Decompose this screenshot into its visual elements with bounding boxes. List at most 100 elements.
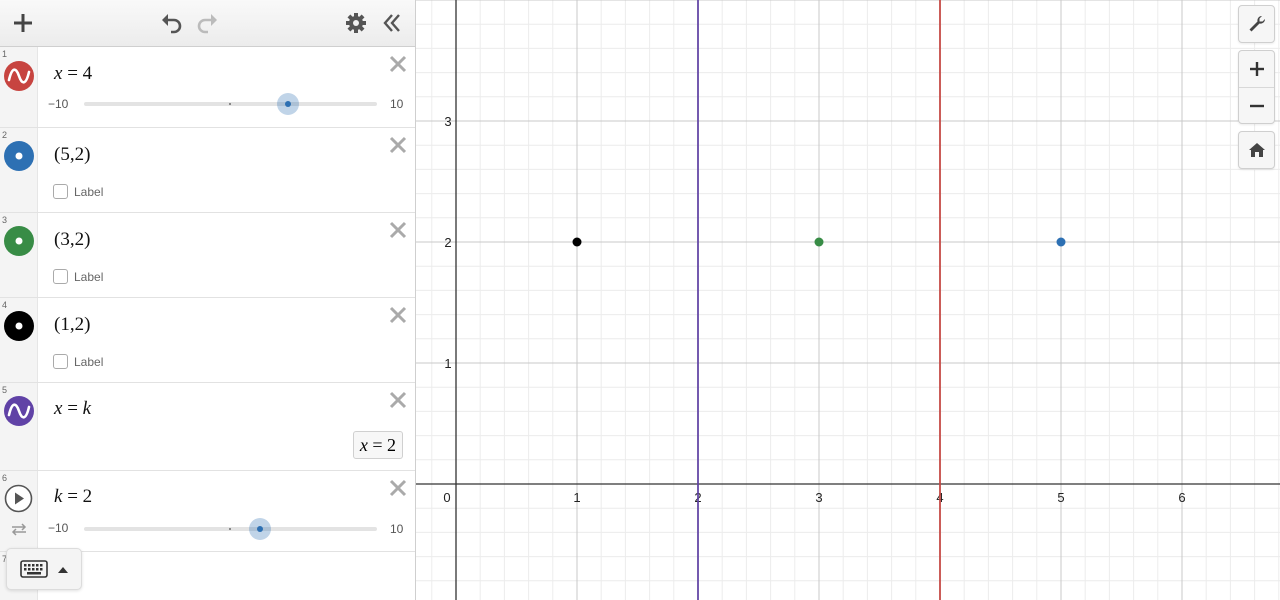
- expression-gutter: 5: [0, 383, 38, 470]
- expression-row-6[interactable]: 6 k = 2 −10 10: [0, 471, 415, 552]
- collapse-icon: [383, 14, 400, 32]
- expression-gutter: 1: [0, 47, 38, 127]
- gear-icon: [346, 13, 366, 33]
- loop-icon[interactable]: [9, 522, 29, 536]
- slider-zero-tick: [229, 528, 231, 530]
- graph-point[interactable]: [814, 237, 824, 247]
- label-checkbox-text: Label: [74, 184, 104, 199]
- x-tick-label: 5: [1057, 490, 1064, 505]
- expression-index: 4: [2, 300, 8, 310]
- label-checkbox[interactable]: [53, 184, 68, 199]
- close-icon[interactable]: [387, 134, 409, 156]
- x-tick-label: 6: [1178, 490, 1185, 505]
- point-icon[interactable]: [4, 226, 34, 256]
- close-icon[interactable]: [387, 304, 409, 326]
- undo-button[interactable]: [156, 8, 186, 38]
- expression-input[interactable]: (3,2): [54, 229, 90, 251]
- expression-index: 3: [2, 215, 8, 225]
- expression-input[interactable]: (1,2): [54, 314, 90, 336]
- expression-index: 2: [2, 130, 8, 140]
- expression-gutter: 3: [0, 213, 38, 297]
- x-tick-label: 0: [443, 490, 450, 505]
- default-viewport-button[interactable]: [1239, 132, 1274, 168]
- play-icon[interactable]: [4, 484, 33, 513]
- keyboard-icon: [20, 560, 48, 578]
- add-icon: [14, 14, 32, 32]
- redo-button[interactable]: [193, 8, 223, 38]
- label-toggle[interactable]: Label: [53, 269, 103, 284]
- expression-input[interactable]: x = 4: [54, 63, 92, 85]
- graph-settings-button[interactable]: [1239, 6, 1274, 42]
- graph-canvas[interactable]: 0123456123: [416, 0, 1280, 600]
- graph-point[interactable]: [572, 237, 582, 247]
- graph-paper[interactable]: 0123456123: [416, 0, 1280, 600]
- expression-input[interactable]: (5,2): [54, 144, 90, 166]
- expression-row-5[interactable]: 5 x = k x = 2: [0, 383, 415, 471]
- expression-input[interactable]: x = k: [54, 398, 91, 420]
- label-checkbox-text: Label: [74, 354, 104, 369]
- zoom-in-button[interactable]: [1239, 51, 1274, 87]
- undo-icon: [162, 14, 182, 34]
- expression-row-2[interactable]: 2 (5,2) Label: [0, 128, 415, 213]
- y-tick-label: 2: [444, 235, 451, 250]
- graph-background: [416, 0, 1280, 600]
- graphing-calculator: 1 x = 4 −10 10 2 (5,2) Label 3 (3,2) Lab…: [0, 0, 1280, 600]
- expression-panel: 1 x = 4 −10 10 2 (5,2) Label 3 (3,2) Lab…: [0, 0, 416, 600]
- wrench-icon: [1249, 15, 1265, 32]
- expression-index: 1: [2, 49, 8, 59]
- slider-min-label[interactable]: −10: [48, 97, 68, 111]
- y-tick-label: 3: [444, 114, 451, 129]
- expression-input[interactable]: k = 2: [54, 486, 92, 508]
- label-checkbox[interactable]: [53, 354, 68, 369]
- slider-track[interactable]: [84, 518, 377, 540]
- expression-row-1[interactable]: 1 x = 4 −10 10: [0, 47, 415, 128]
- label-checkbox-text: Label: [74, 269, 104, 284]
- expression-index: 5: [2, 385, 8, 395]
- zoom-controls: [1238, 50, 1275, 124]
- wave-icon[interactable]: [4, 61, 34, 91]
- redo-icon: [197, 14, 217, 34]
- slider-max-label[interactable]: 10: [390, 522, 403, 536]
- caret-up-icon: [58, 567, 68, 573]
- collapse-panel-button[interactable]: [377, 8, 407, 38]
- expression-gutter: 4: [0, 298, 38, 382]
- x-tick-label: 3: [815, 490, 822, 505]
- graph-point[interactable]: [1056, 237, 1066, 247]
- expression-gutter: 2: [0, 128, 38, 212]
- point-icon[interactable]: [4, 141, 34, 171]
- expression-row-4[interactable]: 4 (1,2) Label: [0, 298, 415, 383]
- slider-thumb[interactable]: [277, 93, 299, 115]
- close-icon[interactable]: [387, 389, 409, 411]
- expression-row-3[interactable]: 3 (3,2) Label: [0, 213, 415, 298]
- y-tick-label: 1: [444, 356, 451, 371]
- graph-settings-group: [1238, 5, 1275, 43]
- label-toggle[interactable]: Label: [53, 184, 103, 199]
- close-icon[interactable]: [387, 53, 409, 75]
- close-icon[interactable]: [387, 219, 409, 241]
- slider-thumb[interactable]: [249, 518, 271, 540]
- slider-zero-tick: [229, 103, 231, 105]
- add-expression-button[interactable]: [8, 8, 38, 38]
- expression-toolbar: [0, 0, 415, 47]
- keyboard-toggle-button[interactable]: [6, 548, 82, 590]
- label-checkbox[interactable]: [53, 269, 68, 284]
- zoom-out-button[interactable]: [1239, 87, 1274, 123]
- expression-gutter: 6: [0, 471, 38, 551]
- x-tick-label: 1: [573, 490, 580, 505]
- zoom-out-icon: [1249, 104, 1264, 107]
- home-icon: [1248, 143, 1265, 157]
- expression-index: 6: [2, 473, 8, 483]
- slider-max-label[interactable]: 10: [390, 97, 403, 111]
- close-icon[interactable]: [387, 477, 409, 499]
- slider-thumb-dot: [257, 526, 263, 532]
- settings-button[interactable]: [341, 8, 371, 38]
- slider-thumb-dot: [285, 101, 291, 107]
- wave-icon[interactable]: [4, 396, 34, 426]
- point-icon[interactable]: [4, 311, 34, 341]
- slider-min-label[interactable]: −10: [48, 521, 68, 535]
- home-control: [1238, 131, 1275, 169]
- label-toggle[interactable]: Label: [53, 354, 103, 369]
- slider-track[interactable]: [84, 93, 377, 115]
- zoom-in-icon: [1249, 62, 1264, 76]
- evaluation-result: x = 2: [352, 431, 403, 459]
